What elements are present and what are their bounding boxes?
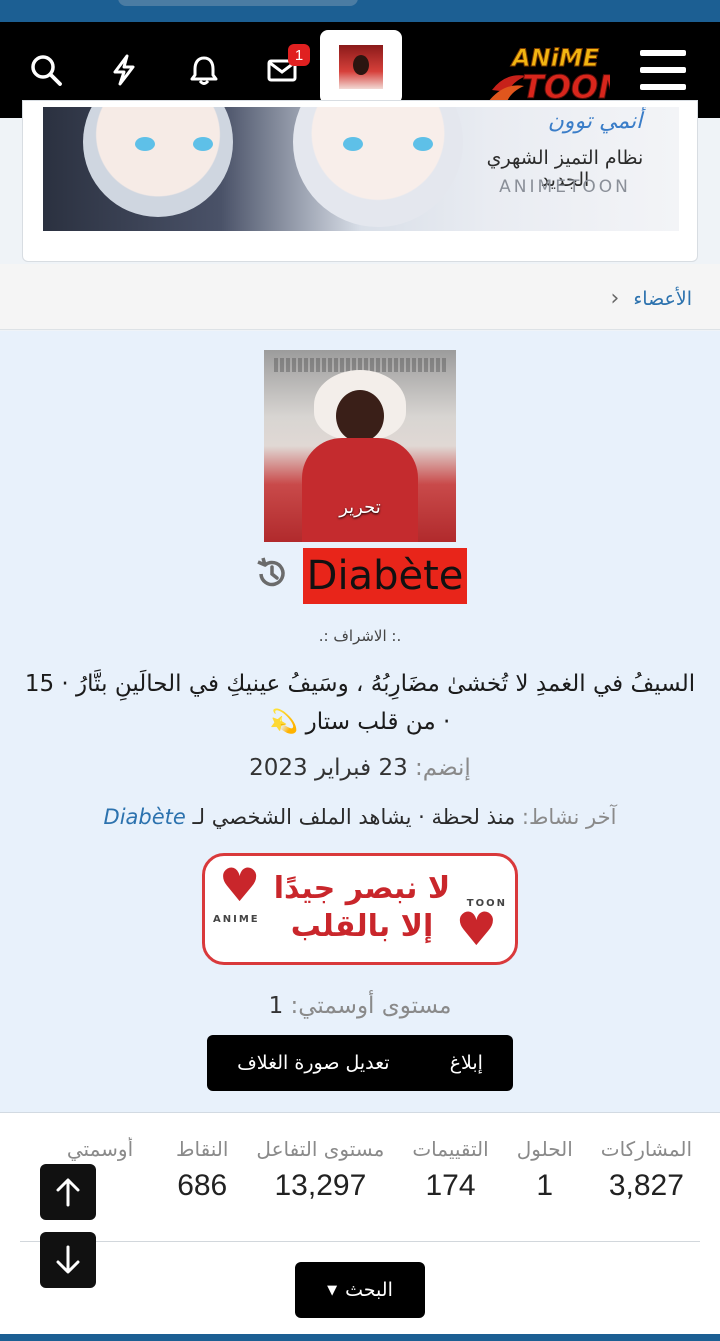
- arrow-up-icon: [56, 1178, 80, 1207]
- promo-banner[interactable]: أنمي توون نظام التميز الشهري الجديد ANIM…: [43, 107, 679, 231]
- user-bio: السيفُ في الغمدِ لا تُخشىٰ مضَارِبُهُ ، …: [24, 671, 696, 735]
- banner-brand: ANIMETOON: [499, 177, 631, 197]
- search-icon[interactable]: [24, 48, 68, 92]
- stat-label: الحلول: [516, 1137, 573, 1161]
- avatar-edit-link[interactable]: تحرير: [264, 497, 456, 518]
- stat-label: أوسمتي: [66, 1137, 134, 1161]
- joined-date: إنضم: 23 فبراير 2023: [0, 755, 720, 781]
- award-banner: ♥ ANIME لا نبصر جيدًا إلا بالقلب TOON ♥: [202, 853, 518, 965]
- joined-value: 23 فبراير 2023: [249, 755, 408, 781]
- stat-value: 13,297: [274, 1169, 367, 1202]
- arrow-down-icon: [56, 1245, 80, 1274]
- notification-badge: 1: [288, 44, 310, 66]
- stat-value: 686: [177, 1169, 228, 1202]
- bottom-edge: [0, 1334, 720, 1341]
- chevron-left-icon: ‹: [610, 286, 620, 311]
- history-icon[interactable]: [253, 555, 291, 597]
- stat-value: 174: [425, 1169, 476, 1202]
- breadcrumb-members-link[interactable]: الأعضاء: [633, 288, 692, 310]
- scroll-up-button[interactable]: [40, 1164, 96, 1220]
- banner-title: أنمي توون: [547, 109, 643, 134]
- joined-label: إنضم:: [415, 755, 471, 781]
- stat-interaction-level[interactable]: مستوى التفاعل 13,297: [242, 1137, 398, 1203]
- search-button-label: البحث: [345, 1279, 393, 1301]
- award-brand-left: ANIME: [213, 914, 260, 925]
- banner-card: أنمي توون نظام التميز الشهري الجديد ANIM…: [22, 100, 698, 262]
- badge-level-label: مستوى أوسمتي:: [290, 993, 452, 1019]
- award-text: لا نبصر جيدًا إلا بالقلب: [273, 871, 451, 944]
- heart-icon: ♥: [455, 902, 497, 956]
- stat-points[interactable]: النقاط 686: [162, 1137, 242, 1203]
- user-role: .: الاشراف :.: [318, 627, 402, 645]
- stat-label: التقييمات: [412, 1137, 489, 1161]
- profile-avatar[interactable]: تحرير: [264, 350, 456, 542]
- badge-level-value: 1: [268, 993, 284, 1019]
- stat-value: 3,827: [608, 1169, 684, 1202]
- stat-solutions[interactable]: الحلول 1: [503, 1137, 587, 1203]
- avatar: [339, 45, 383, 89]
- last-activity-user-link[interactable]: Diabète: [104, 805, 186, 829]
- profile-stats: المشاركات 3,827 الحلول 1 التقييمات 174 م…: [0, 1113, 720, 1341]
- username-row: Diabète: [0, 547, 720, 605]
- search-dropdown-button[interactable]: البحث ▼: [295, 1262, 425, 1318]
- caret-down-icon: ▼: [327, 1282, 338, 1298]
- stat-value: 1: [536, 1169, 554, 1202]
- stat-label: مستوى التفاعل: [256, 1137, 385, 1161]
- bell-icon[interactable]: [182, 48, 226, 92]
- badge-level: مستوى أوسمتي: 1: [0, 993, 720, 1019]
- stat-reactions[interactable]: التقييمات 174: [398, 1137, 502, 1203]
- last-activity-label: آخر نشاط:: [521, 805, 617, 829]
- last-activity: آخر نشاط: منذ لحظة · يشاهد الملف الشخصي …: [0, 805, 720, 829]
- username: Diabète: [302, 548, 468, 604]
- profile-actions: إبلاغ تعديل صورة الغلاف: [207, 1035, 513, 1091]
- heart-icon: ♥: [219, 858, 261, 912]
- last-activity-value: منذ لحظة · يشاهد الملف الشخصي لـ: [192, 805, 516, 829]
- mail-icon[interactable]: 1: [260, 44, 310, 92]
- user-avatar-button[interactable]: [320, 30, 402, 104]
- system-status-bar: [0, 0, 720, 22]
- edit-cover-button[interactable]: تعديل صورة الغلاف: [237, 1052, 390, 1074]
- profile-header: تحرير Diabète .: الاشراف :. السيفُ في ال…: [0, 331, 720, 1113]
- lightning-icon[interactable]: [102, 48, 146, 92]
- stat-label: المشاركات: [600, 1137, 692, 1161]
- report-button[interactable]: إبلاغ: [450, 1052, 483, 1074]
- divider: [20, 1241, 700, 1242]
- breadcrumb: الأعضاء ‹: [0, 264, 720, 330]
- menu-icon[interactable]: [640, 50, 686, 90]
- stat-label: النقاط: [176, 1137, 229, 1161]
- stat-posts[interactable]: المشاركات 3,827: [587, 1137, 692, 1203]
- scroll-down-button[interactable]: [40, 1232, 96, 1288]
